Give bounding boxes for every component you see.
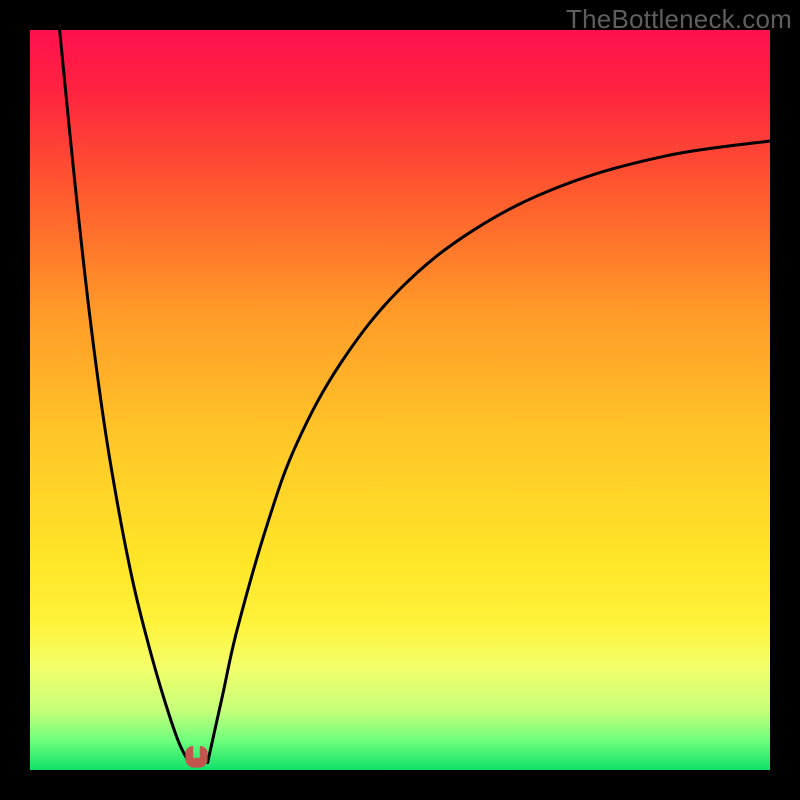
left-curve	[60, 30, 190, 763]
right-curve	[208, 141, 770, 763]
outer-frame: TheBottleneck.com	[0, 0, 800, 800]
plot-area	[30, 30, 770, 770]
curves-layer	[30, 30, 770, 770]
